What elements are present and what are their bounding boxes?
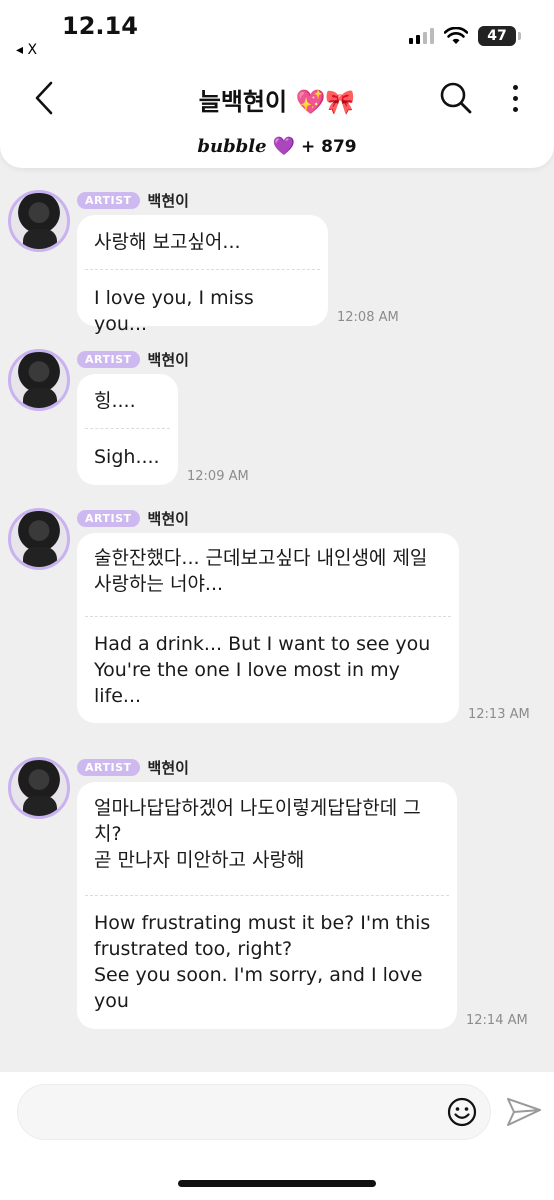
search-button[interactable] [438, 80, 474, 116]
message-korean: 사랑해 보고싶어... [94, 231, 241, 253]
back-to-app-link[interactable]: ◂ X [16, 42, 37, 58]
bubble-logo: bubble [197, 136, 267, 157]
emoji-button[interactable] [446, 1096, 478, 1128]
artist-badge: ARTIST [77, 351, 140, 368]
message-time: 12:08 AM [337, 310, 399, 325]
message-korean: 술한잔했다... 근데보고싶다 내인생에 제일 사랑하는 너야... [94, 547, 428, 595]
cellular-signal-icon [409, 28, 434, 44]
sender-name: 백현이 [147, 192, 189, 210]
message-input[interactable] [17, 1084, 491, 1140]
message-bubble[interactable]: 사랑해 보고싶어... I love you, I miss you... [77, 215, 328, 335]
bubble-subscription-info: bubble 💜 + 879 [0, 136, 554, 157]
status-icons: 47 [409, 26, 521, 46]
search-icon [440, 82, 472, 114]
message-time: 12:13 AM [468, 707, 530, 722]
sender-line: ARTIST 백현이 [77, 190, 189, 211]
artist-badge: ARTIST [77, 510, 140, 527]
artist-avatar[interactable] [8, 757, 70, 819]
purple-heart-icon: 💜 [272, 136, 295, 157]
message-time: 12:09 AM [187, 469, 249, 484]
sender-name: 백현이 [147, 510, 189, 528]
artist-badge: ARTIST [77, 192, 140, 209]
battery-indicator: 47 [478, 26, 521, 46]
message-translation: How frustrating must it be? I'm this fru… [94, 912, 431, 1012]
more-vertical-icon [512, 84, 518, 90]
sender-line: ARTIST 백현이 [77, 508, 189, 529]
smiley-icon [447, 1097, 477, 1127]
message-bubble[interactable]: 술한잔했다... 근데보고싶다 내인생에 제일 사랑하는 너야... Had a… [77, 533, 459, 723]
home-indicator [178, 1180, 376, 1187]
message-translation: Had a drink... But I want to see you You… [94, 633, 431, 707]
message-time: 12:14 AM [466, 1013, 528, 1028]
chat-header: 12.14 ◂ X 47 늘백현이 💖🎀 bubble 💜 + 879 [0, 0, 554, 168]
artist-avatar[interactable] [8, 508, 70, 570]
message-bubble[interactable]: 힝.... Sigh.... [77, 374, 178, 485]
message-translation: I love you, I miss you... [94, 287, 254, 335]
paper-plane-icon [507, 1098, 541, 1126]
sender-name: 백현이 [147, 351, 189, 369]
message-translation: Sigh.... [94, 446, 160, 468]
artist-avatar[interactable] [8, 349, 70, 411]
bubble-count: + 879 [300, 136, 357, 157]
sender-name: 백현이 [147, 759, 189, 777]
artist-avatar[interactable] [8, 190, 70, 252]
status-time: 12.14 [62, 12, 138, 40]
sender-line: ARTIST 백현이 [77, 757, 189, 778]
message-korean: 얼마나답답하겠어 나도이렇게답답한데 그 치? 곧 만나자 미안하고 사랑해 [94, 797, 421, 871]
message-korean: 힝.... [94, 390, 136, 412]
message-bubble[interactable]: 얼마나답답하겠어 나도이렇게답답한데 그 치? 곧 만나자 미안하고 사랑해 H… [77, 782, 457, 1029]
send-button[interactable] [506, 1096, 542, 1128]
sender-line: ARTIST 백현이 [77, 349, 189, 370]
more-options-button[interactable] [500, 80, 530, 116]
wifi-icon [444, 27, 468, 44]
artist-badge: ARTIST [77, 759, 140, 776]
